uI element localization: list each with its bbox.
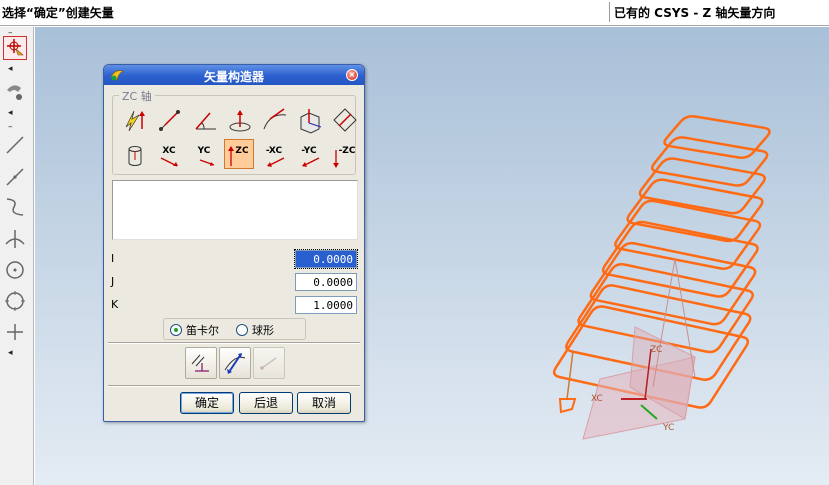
xc-axis-button[interactable]: XC	[154, 139, 184, 169]
tangent-icon	[263, 108, 287, 130]
field-row-k: K	[111, 296, 361, 314]
vector-button-label: YC	[197, 146, 211, 156]
circle-icon	[6, 261, 24, 279]
toolbar-grip: –	[8, 122, 13, 132]
selection-icon	[7, 85, 22, 100]
cylinder-axis-button[interactable]	[119, 139, 149, 169]
neg-yc-axis-button[interactable]: -YC	[294, 139, 324, 169]
tangent-to-curve-button[interactable]	[259, 104, 289, 134]
field-row-i: I	[111, 249, 361, 269]
curve-button[interactable]	[3, 195, 27, 219]
radio-label: 球形	[252, 324, 274, 337]
plus-icon	[7, 324, 23, 340]
dialog-title: 矢量构造器	[203, 70, 264, 84]
two-points-icon	[159, 110, 180, 131]
yc-axis-label: YC	[662, 423, 674, 433]
cylinder-icon	[128, 146, 142, 166]
j-component-input[interactable]	[295, 273, 357, 291]
vector-button-label: -XC	[265, 146, 283, 156]
field-row-j: J	[111, 273, 361, 291]
line-icon	[6, 136, 24, 154]
line-button[interactable]	[3, 133, 27, 157]
vector-button-label: ZC	[235, 146, 249, 156]
perpendicular-icon	[191, 354, 209, 372]
vector-constructor-dialog: 矢量构造器 × ZC 轴 XC YC ZC -XC -YC -ZC I 0.00…	[103, 64, 365, 422]
toolbar-arrow: ◂	[8, 348, 13, 358]
xc-axis-label: XC	[591, 394, 603, 404]
ok-button[interactable]: 确定	[180, 392, 234, 414]
status-hint: 已有的 CSYS - Z 轴矢量方向	[614, 6, 776, 20]
lightning-icon	[125, 110, 145, 132]
field-label-j: J	[111, 275, 115, 288]
status-prompt: 选择“确定”创建矢量	[2, 6, 114, 20]
toolbar-arrow: ◂	[8, 64, 13, 74]
coordinate-type-group: 笛卡尔 球形	[163, 318, 306, 340]
field-label-k: K	[111, 298, 119, 311]
cartesian-radio[interactable]: 笛卡尔	[170, 322, 219, 338]
circle-icon	[5, 291, 25, 311]
circle-quadrant-button[interactable]	[3, 289, 27, 313]
cube-icon	[300, 109, 322, 134]
radio-label: 笛卡尔	[186, 324, 219, 337]
handle-line	[566, 350, 574, 400]
line-by-points-button[interactable]	[3, 165, 27, 189]
plane-normal-button[interactable]	[329, 104, 359, 134]
edge-vector-icon	[229, 110, 251, 132]
radio-checked-icon	[170, 324, 182, 336]
divider	[108, 385, 360, 387]
point-vector-icon	[260, 357, 277, 370]
spherical-radio[interactable]: 球形	[236, 322, 274, 338]
circle-center-button[interactable]	[3, 258, 27, 282]
angle-to-xc-button[interactable]	[189, 104, 219, 134]
status-bar: 选择“确定”创建矢量 已有的 CSYS - Z 轴矢量方向	[0, 0, 829, 26]
toolbar-grip: ◂	[8, 108, 13, 118]
reverse-direction-button[interactable]	[219, 347, 251, 379]
line-icon	[6, 168, 24, 186]
perpendicular-icon	[5, 230, 25, 248]
selection-tool-button[interactable]	[3, 79, 27, 103]
point-button[interactable]	[3, 320, 27, 344]
point-constructor-button[interactable]	[3, 36, 27, 60]
yc-axis-button[interactable]: YC	[189, 139, 219, 169]
zc-axis-label: ZC	[650, 345, 662, 355]
back-button[interactable]: 后退	[239, 392, 293, 414]
plane-normal-icon	[333, 108, 357, 132]
zc-axis-button[interactable]: ZC	[224, 139, 254, 169]
neg-xc-axis-button[interactable]: -XC	[259, 139, 289, 169]
point-vector-button[interactable]	[253, 347, 285, 379]
origin-handle	[558, 398, 577, 414]
left-toolbar: – ◂ ◂ – ◂	[0, 27, 34, 485]
close-icon[interactable]: ×	[346, 69, 358, 81]
wire-loop	[589, 241, 757, 326]
dialog-titlebar[interactable]: 矢量构造器 ×	[104, 65, 364, 85]
cancel-button[interactable]: 取消	[297, 392, 351, 414]
i-component-input[interactable]	[294, 249, 358, 269]
status-divider	[609, 2, 610, 22]
field-label-i: I	[111, 252, 115, 265]
wire-loop	[650, 136, 769, 187]
perpendicular-vector-button[interactable]	[185, 347, 217, 379]
selection-list[interactable]	[112, 180, 358, 240]
vector-method-group: ZC 轴 XC YC ZC -XC -YC -ZC	[112, 88, 359, 175]
neg-zc-axis-button[interactable]: -ZC	[329, 139, 359, 169]
arc-icon	[6, 198, 24, 216]
two-points-button[interactable]	[154, 104, 184, 134]
vector-button-label: -ZC	[338, 146, 356, 156]
vector-button-label: XC	[162, 146, 176, 156]
vector-button-label: -YC	[301, 146, 317, 156]
edge-curve-vector-button[interactable]	[224, 104, 254, 134]
group-label: ZC 轴	[119, 88, 155, 104]
auto-infer-button[interactable]	[119, 104, 149, 134]
angle-icon	[195, 112, 216, 130]
radio-unchecked-icon	[236, 324, 248, 336]
divider	[108, 342, 360, 344]
point-icon	[7, 39, 24, 56]
face-normal-button[interactable]	[294, 104, 324, 134]
perpendicular-button[interactable]	[3, 227, 27, 251]
reverse-direction-icon	[224, 353, 246, 374]
k-component-input[interactable]	[295, 296, 357, 314]
